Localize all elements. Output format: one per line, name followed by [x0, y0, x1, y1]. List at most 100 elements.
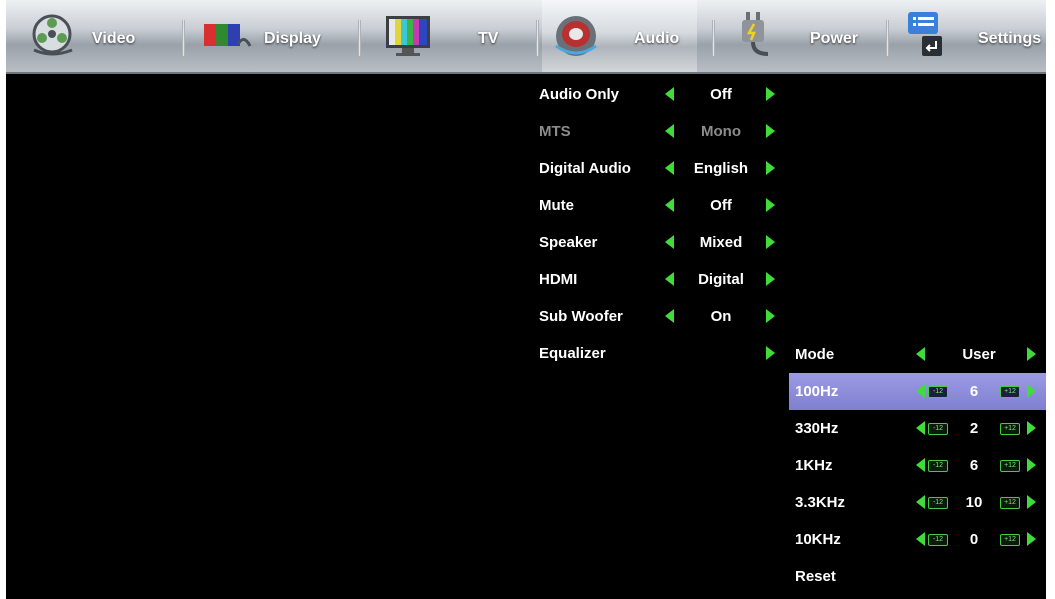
tab-settings[interactable]: Settings [890, 0, 1046, 72]
equalizer-mode-value: User [962, 346, 996, 363]
arrow-left-icon[interactable] [665, 87, 674, 101]
max-level-chip: +12 [1000, 386, 1020, 398]
arrow-right-icon[interactable] [1027, 384, 1036, 398]
menu-item-label: Mute [539, 197, 574, 214]
equalizer-submenu: Mode User 100Hz -12 6 +12 330Hz -12 2 +1… [789, 336, 1046, 599]
tab-display[interactable]: Display [186, 0, 356, 72]
tv-test-pattern-icon [386, 16, 430, 56]
min-level-chip: -12 [928, 386, 948, 398]
menu-item-value: Mono [701, 123, 741, 140]
tab-divider [182, 20, 185, 56]
menu-item-value: On [710, 308, 732, 325]
min-level-chip: -12 [928, 497, 948, 509]
eq-band-value: 6 [969, 383, 979, 400]
tab-tv-label: TV [478, 30, 499, 47]
arrow-right-icon[interactable] [766, 272, 775, 286]
settings-icon [908, 12, 942, 56]
audio-menu: Audio Only Off MTS Mono Digital Audio En… [531, 76, 787, 372]
tab-settings-label: Settings [978, 30, 1042, 47]
menu-item-value: Mixed [699, 234, 743, 251]
menu-item-label: Speaker [539, 234, 598, 251]
menu-item-hdmi[interactable]: HDMI Digital [531, 261, 787, 298]
equalizer-reset-row[interactable]: Reset [789, 558, 1046, 595]
eq-band-label: 330Hz [795, 420, 839, 437]
eq-band-label: 100Hz [795, 383, 839, 400]
tab-tv[interactable]: TV [362, 0, 532, 72]
arrow-left-icon[interactable] [665, 198, 674, 212]
eq-band-value: 2 [969, 420, 979, 437]
arrow-right-icon[interactable] [766, 198, 775, 212]
speaker-icon [555, 16, 597, 56]
eq-band-row[interactable]: 100Hz -12 6 +12 [789, 373, 1046, 410]
menu-item-audio-only[interactable]: Audio Only Off [531, 76, 787, 113]
arrow-right-icon[interactable] [766, 309, 775, 323]
eq-band-label: 3.3KHz [795, 494, 846, 511]
arrow-left-icon [665, 124, 674, 138]
film-reel-icon [32, 14, 73, 56]
equalizer-mode-row[interactable]: Mode User [789, 336, 1046, 373]
menu-item-label: MTS [539, 123, 571, 140]
arrow-left-icon[interactable] [916, 421, 925, 435]
arrow-right-icon[interactable] [766, 346, 775, 360]
min-level-chip: -12 [928, 423, 948, 435]
tv-osd-screen: Video Display TV Audio Power Settings Au… [6, 0, 1046, 599]
menu-item-label: Equalizer [539, 345, 606, 362]
menu-item-sub-woofer[interactable]: Sub Woofer On [531, 298, 787, 335]
eq-band-row[interactable]: 10KHz -12 0 +12 [789, 521, 1046, 558]
arrow-right-icon[interactable] [1027, 495, 1036, 509]
arrow-left-icon[interactable] [665, 235, 674, 249]
menu-item-label: Audio Only [539, 86, 619, 103]
menu-item-mute[interactable]: Mute Off [531, 187, 787, 224]
max-level-chip: +12 [1000, 460, 1020, 472]
tab-power-label: Power [810, 30, 859, 47]
eq-band-label: 10KHz [795, 531, 841, 548]
eq-band-value: 6 [969, 457, 979, 474]
max-level-chip: +12 [1000, 423, 1020, 435]
menu-item-label: HDMI [539, 271, 578, 288]
tab-divider [886, 20, 889, 56]
tab-divider [358, 20, 361, 56]
arrow-right-icon[interactable] [766, 87, 775, 101]
arrow-left-icon[interactable] [665, 272, 674, 286]
eq-band-label: 1KHz [795, 457, 833, 474]
eq-band-value: 0 [969, 531, 979, 548]
menu-item-value: Digital [698, 271, 744, 288]
menu-item-label: Sub Woofer [539, 308, 623, 325]
min-level-chip: -12 [928, 534, 948, 546]
arrow-right-icon[interactable] [1027, 532, 1036, 546]
menu-item-value: English [693, 160, 749, 177]
arrow-left-icon[interactable] [665, 309, 674, 323]
tab-divider [712, 20, 715, 56]
tab-video[interactable]: Video [6, 0, 182, 72]
arrow-left-icon[interactable] [916, 384, 925, 398]
tab-audio[interactable]: Audio [542, 0, 697, 72]
eq-band-row[interactable]: 1KHz -12 6 +12 [789, 447, 1046, 484]
arrow-right-icon[interactable] [766, 235, 775, 249]
max-level-chip: +12 [1000, 497, 1020, 509]
eq-band-value: 10 [965, 494, 983, 511]
tab-divider [536, 20, 539, 56]
arrow-right-icon[interactable] [1027, 347, 1036, 361]
arrow-left-icon[interactable] [916, 495, 925, 509]
power-plug-icon [742, 12, 769, 56]
arrow-right-icon[interactable] [1027, 458, 1036, 472]
tab-display-label: Display [264, 30, 321, 47]
eq-band-row[interactable]: 330Hz -12 2 +12 [789, 410, 1046, 447]
arrow-left-icon[interactable] [916, 532, 925, 546]
eq-band-row[interactable]: 3.3KHz -12 10 +12 [789, 484, 1046, 521]
tab-power[interactable]: Power [718, 0, 883, 72]
menu-item-equalizer[interactable]: Equalizer [531, 335, 787, 372]
menu-item-digital-audio[interactable]: Digital Audio English [531, 150, 787, 187]
arrow-right-icon [766, 124, 775, 138]
top-nav-bar: Video Display TV Audio Power Settings [6, 0, 1046, 74]
arrow-left-icon[interactable] [665, 161, 674, 175]
tab-audio-label: Audio [634, 30, 680, 47]
min-level-chip: -12 [928, 460, 948, 472]
arrow-right-icon[interactable] [1027, 421, 1036, 435]
arrow-left-icon[interactable] [916, 458, 925, 472]
equalizer-reset-label: Reset [795, 568, 836, 585]
menu-item-label: Digital Audio [539, 160, 631, 177]
arrow-right-icon[interactable] [766, 161, 775, 175]
arrow-left-icon[interactable] [916, 347, 925, 361]
menu-item-speaker[interactable]: Speaker Mixed [531, 224, 787, 261]
